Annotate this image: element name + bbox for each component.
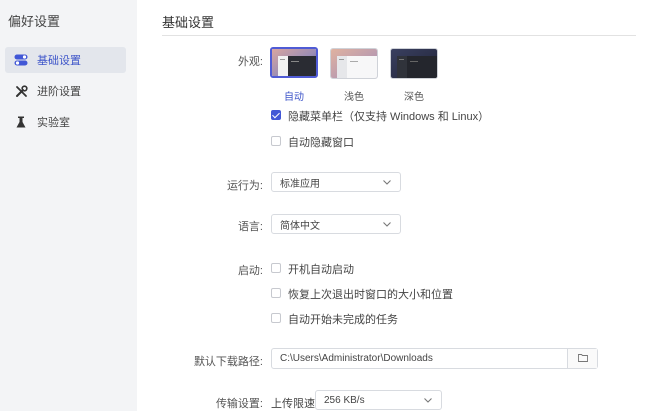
flask-icon xyxy=(14,115,28,129)
sidebar-item-lab[interactable]: 实验室 xyxy=(5,109,126,135)
upload-limit-select[interactable]: 256 KB/s xyxy=(315,390,442,410)
title-divider xyxy=(162,35,636,36)
chevron-down-icon xyxy=(382,219,392,232)
download-path-field[interactable]: C:\Users\Administrator\Downloads xyxy=(271,348,598,369)
theme-dark-option[interactable] xyxy=(390,48,438,79)
run-as-select[interactable]: 标准应用 xyxy=(271,172,401,192)
transfer-label: 传输设置: xyxy=(215,398,263,410)
download-path-value: C:\Users\Administrator\Downloads xyxy=(280,353,433,364)
auto-hide-window-label[interactable]: 自动隐藏窗口 xyxy=(288,134,354,150)
hide-menubar-label[interactable]: 隐藏菜单栏（仅支持 Windows 和 Linux） xyxy=(288,108,489,124)
hide-menubar-checkbox[interactable] xyxy=(271,110,281,120)
sidebar-item-advanced-settings[interactable]: 进阶设置 xyxy=(5,78,126,104)
auto-launch-label[interactable]: 开机自动启动 xyxy=(288,261,354,277)
chevron-down-icon xyxy=(382,177,392,190)
run-as-label: 运行为: xyxy=(226,180,263,192)
download-path-label: 默认下载路径: xyxy=(193,356,263,368)
theme-auto-option[interactable] xyxy=(270,47,318,78)
resume-tasks-checkbox[interactable] xyxy=(271,313,281,323)
auto-launch-checkbox[interactable] xyxy=(271,263,281,273)
run-as-value: 标准应用 xyxy=(280,178,320,190)
language-select[interactable]: 简体中文 xyxy=(271,214,401,234)
folder-browse-button[interactable] xyxy=(567,349,597,368)
toggle-icon xyxy=(14,53,28,67)
tools-icon xyxy=(14,84,28,98)
sidebar: 偏好设置 基础设置 进阶设置 实验室 xyxy=(0,0,137,411)
startup-label: 启动: xyxy=(237,265,263,277)
theme-dark-label[interactable]: 深色 xyxy=(390,88,438,103)
restore-window-checkbox[interactable] xyxy=(271,288,281,298)
language-label: 语言: xyxy=(237,221,263,233)
chevron-down-icon xyxy=(423,395,433,408)
theme-light-option[interactable] xyxy=(330,48,378,79)
sidebar-item-basic-settings[interactable]: 基础设置 xyxy=(5,47,126,73)
sidebar-item-label: 基础设置 xyxy=(37,55,81,67)
appearance-label: 外观: xyxy=(237,56,263,68)
upload-limit-value: 256 KB/s xyxy=(324,394,365,406)
upload-limit-label: 上传限速 xyxy=(271,398,315,410)
page-title: 基础设置 xyxy=(162,15,215,30)
theme-auto-label[interactable]: 自动 xyxy=(270,88,318,103)
language-value: 简体中文 xyxy=(280,220,320,232)
restore-window-label[interactable]: 恢复上次退出时窗口的大小和位置 xyxy=(288,286,453,302)
sidebar-item-label: 进阶设置 xyxy=(37,86,81,98)
theme-light-label[interactable]: 浅色 xyxy=(330,88,378,103)
sidebar-title: 偏好设置 xyxy=(8,14,61,29)
sidebar-item-label: 实验室 xyxy=(37,117,70,129)
resume-tasks-label[interactable]: 自动开始未完成的任务 xyxy=(288,311,398,327)
main-panel: 基础设置 外观: 自动 浅色 深色 隐藏菜单栏（仅支持 Windows 和 Li… xyxy=(137,0,650,411)
auto-hide-window-checkbox[interactable] xyxy=(271,136,281,146)
folder-icon xyxy=(577,353,588,365)
